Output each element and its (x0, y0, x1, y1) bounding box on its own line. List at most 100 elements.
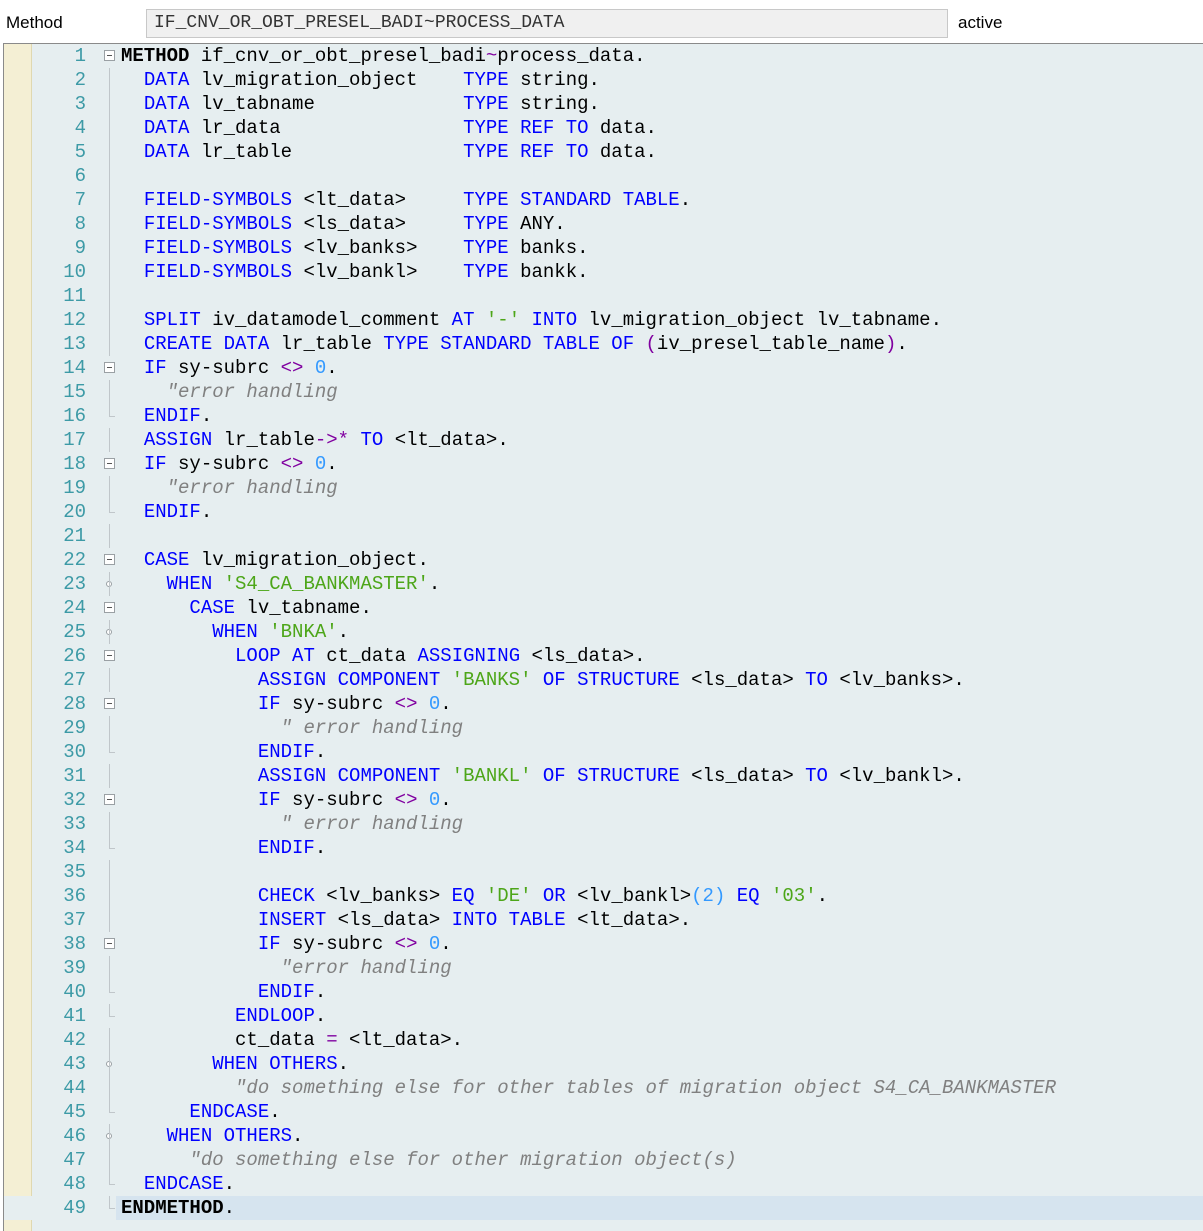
code-text[interactable]: INSERT <ls_data> INTO TABLE <lt_data>. (121, 908, 691, 932)
code-text[interactable]: "do something else for other tables of m… (121, 1076, 1056, 1100)
code-line[interactable]: 6 (4, 164, 1203, 188)
code-text[interactable]: FIELD-SYMBOLS <lv_banks> TYPE banks. (121, 236, 589, 260)
code-text[interactable]: IF sy-subrc <> 0. (121, 692, 452, 716)
code-line[interactable]: 1 METHOD if_cnv_or_obt_presel_badi~proces… (4, 44, 1203, 68)
code-line[interactable]: 29 " error handling (4, 716, 1203, 740)
code-line[interactable]: 12 SPLIT iv_datamodel_comment AT '-' INT… (4, 308, 1203, 332)
code-text[interactable]: ENDIF. (121, 836, 326, 860)
code-line[interactable]: 41 ENDLOOP. (4, 1004, 1203, 1028)
code-line[interactable]: 8 FIELD-SYMBOLS <ls_data> TYPE ANY. (4, 212, 1203, 236)
fold-collapse-icon[interactable] (104, 458, 115, 469)
code-line[interactable]: 20 ENDIF. (4, 500, 1203, 524)
code-text[interactable]: ASSIGN COMPONENT 'BANKS' OF STRUCTURE <l… (121, 668, 965, 692)
code-text[interactable]: WHEN 'BNKA'. (121, 620, 349, 644)
code-text[interactable]: IF sy-subrc <> 0. (121, 932, 452, 956)
code-line[interactable]: 26 LOOP AT ct_data ASSIGNING <ls_data>. (4, 644, 1203, 668)
code-line[interactable]: 30 ENDIF. (4, 740, 1203, 764)
code-line[interactable]: 43 WHEN OTHERS. (4, 1052, 1203, 1076)
code-line[interactable]: 35 (4, 860, 1203, 884)
code-line[interactable]: 32 IF sy-subrc <> 0. (4, 788, 1203, 812)
code-line[interactable]: 40 ENDIF. (4, 980, 1203, 1004)
code-line[interactable]: 16 ENDIF. (4, 404, 1203, 428)
code-text[interactable]: CASE lv_migration_object. (121, 548, 429, 572)
code-line[interactable]: 34 ENDIF. (4, 836, 1203, 860)
code-text[interactable]: CREATE DATA lr_table TYPE STANDARD TABLE… (121, 332, 908, 356)
fold-collapse-icon[interactable] (104, 650, 115, 661)
code-line[interactable]: 24 CASE lv_tabname. (4, 596, 1203, 620)
code-text[interactable]: IF sy-subrc <> 0. (121, 356, 338, 380)
code-text[interactable]: ENDIF. (121, 500, 212, 524)
fold-collapse-icon[interactable] (104, 794, 115, 805)
code-line[interactable]: 7 FIELD-SYMBOLS <lt_data> TYPE STANDARD … (4, 188, 1203, 212)
code-text[interactable]: CHECK <lv_banks> EQ 'DE' OR <lv_bankl>(2… (121, 884, 828, 908)
code-text[interactable]: IF sy-subrc <> 0. (121, 452, 338, 476)
code-line[interactable]: 27 ASSIGN COMPONENT 'BANKS' OF STRUCTURE… (4, 668, 1203, 692)
code-text[interactable]: DATA lr_data TYPE REF TO data. (121, 116, 657, 140)
fold-collapse-icon[interactable] (104, 602, 115, 613)
code-line[interactable]: 44 "do something else for other tables o… (4, 1076, 1203, 1100)
code-text[interactable]: DATA lv_migration_object TYPE string. (121, 68, 600, 92)
code-line[interactable]: 28 IF sy-subrc <> 0. (4, 692, 1203, 716)
code-editor[interactable]: 1 METHOD if_cnv_or_obt_presel_badi~proces… (3, 43, 1203, 1231)
code-text[interactable]: ct_data = <lt_data>. (121, 1028, 463, 1052)
fold-collapse-icon[interactable] (104, 362, 115, 373)
code-line[interactable]: 48 ENDCASE. (4, 1172, 1203, 1196)
code-text[interactable]: WHEN OTHERS. (121, 1052, 349, 1076)
code-text[interactable]: ENDCASE. (121, 1172, 235, 1196)
code-line[interactable]: 33 " error handling (4, 812, 1203, 836)
code-text[interactable]: WHEN 'S4_CA_BANKMASTER'. (121, 572, 441, 596)
method-name-field[interactable]: IF_CNV_OR_OBT_PRESEL_BADI~PROCESS_DATA (146, 9, 948, 38)
code-text[interactable]: METHOD if_cnv_or_obt_presel_badi~process… (121, 44, 646, 68)
code-line[interactable]: 17 ASSIGN lr_table->* TO <lt_data>. (4, 428, 1203, 452)
code-line[interactable]: 19 "error handling (4, 476, 1203, 500)
code-text[interactable]: ASSIGN COMPONENT 'BANKL' OF STRUCTURE <l… (121, 764, 965, 788)
code-text[interactable]: ASSIGN lr_table->* TO <lt_data>. (121, 428, 509, 452)
code-text[interactable]: "error handling (121, 476, 338, 500)
code-line[interactable]: 36 CHECK <lv_banks> EQ 'DE' OR <lv_bankl… (4, 884, 1203, 908)
code-text[interactable]: "error handling (121, 380, 338, 404)
code-line[interactable]: 39 "error handling (4, 956, 1203, 980)
code-text[interactable]: "error handling (121, 956, 452, 980)
code-text[interactable]: " error handling (121, 812, 463, 836)
code-line[interactable]: 49 ENDMETHOD. (4, 1196, 1203, 1220)
code-line[interactable]: 13 CREATE DATA lr_table TYPE STANDARD TA… (4, 332, 1203, 356)
code-line[interactable]: 14 IF sy-subrc <> 0. (4, 356, 1203, 380)
fold-collapse-icon[interactable] (104, 50, 115, 61)
code-line[interactable]: 9 FIELD-SYMBOLS <lv_banks> TYPE banks. (4, 236, 1203, 260)
code-line[interactable]: 21 (4, 524, 1203, 548)
code-text[interactable]: ENDLOOP. (121, 1004, 326, 1028)
code-line[interactable]: 3 DATA lv_tabname TYPE string. (4, 92, 1203, 116)
code-line[interactable]: 2 DATA lv_migration_object TYPE string. (4, 68, 1203, 92)
code-text[interactable]: SPLIT iv_datamodel_comment AT '-' INTO l… (121, 308, 942, 332)
code-line[interactable]: 37 INSERT <ls_data> INTO TABLE <lt_data>… (4, 908, 1203, 932)
code-line[interactable]: 22 CASE lv_migration_object. (4, 548, 1203, 572)
code-line[interactable]: 25 WHEN 'BNKA'. (4, 620, 1203, 644)
code-text[interactable]: IF sy-subrc <> 0. (121, 788, 452, 812)
fold-collapse-icon[interactable] (104, 554, 115, 565)
code-text[interactable]: DATA lv_tabname TYPE string. (121, 92, 600, 116)
code-line[interactable]: 4 DATA lr_data TYPE REF TO data. (4, 116, 1203, 140)
code-text[interactable]: ENDIF. (121, 404, 212, 428)
code-text[interactable]: FIELD-SYMBOLS <lt_data> TYPE STANDARD TA… (121, 188, 691, 212)
code-text[interactable]: DATA lr_table TYPE REF TO data. (121, 140, 657, 164)
code-text[interactable]: ENDIF. (121, 980, 326, 1004)
code-line[interactable]: 18 IF sy-subrc <> 0. (4, 452, 1203, 476)
code-line[interactable]: 23 WHEN 'S4_CA_BANKMASTER'. (4, 572, 1203, 596)
code-text[interactable]: CASE lv_tabname. (121, 596, 371, 620)
code-text[interactable]: WHEN OTHERS. (121, 1124, 304, 1148)
code-line[interactable]: 5 DATA lr_table TYPE REF TO data. (4, 140, 1203, 164)
code-text[interactable]: LOOP AT ct_data ASSIGNING <ls_data>. (121, 644, 646, 668)
code-line[interactable]: 11 (4, 284, 1203, 308)
code-text[interactable]: ENDMETHOD. (121, 1196, 235, 1220)
code-text[interactable]: FIELD-SYMBOLS <ls_data> TYPE ANY. (121, 212, 566, 236)
code-text[interactable]: ENDIF. (121, 740, 326, 764)
code-line[interactable]: 46 WHEN OTHERS. (4, 1124, 1203, 1148)
code-line[interactable]: 38 IF sy-subrc <> 0. (4, 932, 1203, 956)
code-text[interactable]: ENDCASE. (121, 1100, 280, 1124)
code-text[interactable]: FIELD-SYMBOLS <lv_bankl> TYPE bankk. (121, 260, 589, 284)
code-line[interactable]: 10 FIELD-SYMBOLS <lv_bankl> TYPE bankk. (4, 260, 1203, 284)
fold-collapse-icon[interactable] (104, 698, 115, 709)
code-line[interactable]: 45 ENDCASE. (4, 1100, 1203, 1124)
code-line[interactable]: 15 "error handling (4, 380, 1203, 404)
code-text[interactable]: "do something else for other migration o… (121, 1148, 736, 1172)
